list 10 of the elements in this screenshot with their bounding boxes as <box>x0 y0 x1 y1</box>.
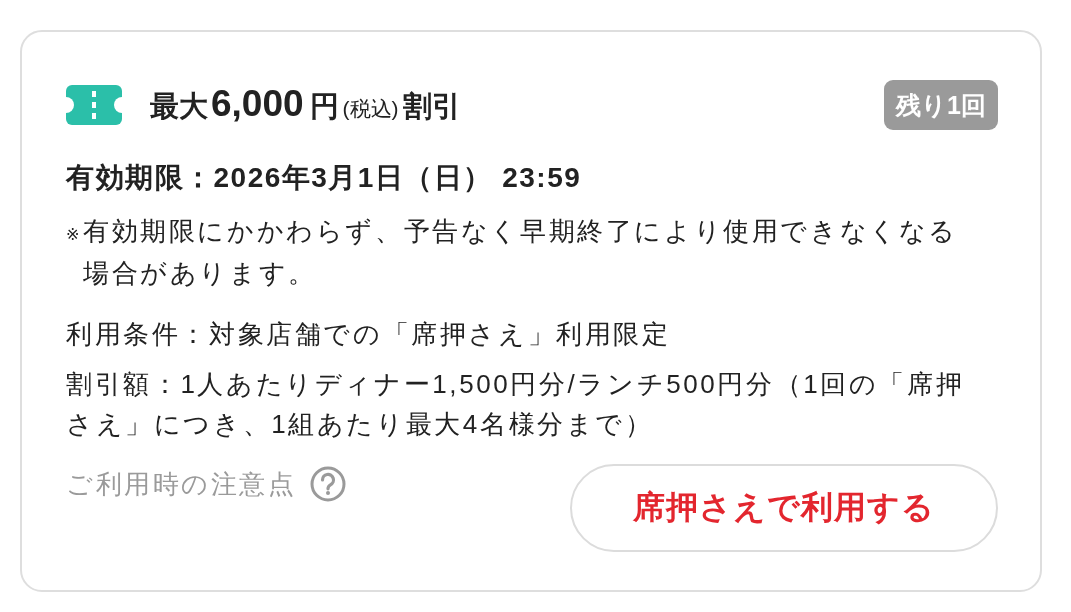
expiry-date: 有効期限：2026年3月1日（日） 23:59 <box>66 161 583 195</box>
ticket-icon <box>66 85 122 125</box>
use-coupon-button[interactable]: 席押さえで利用する <box>570 464 998 552</box>
usage-condition: 割引額：1人あたりディナー1,500円分/ランチ500円分（1回の「席押さえ」につき、1組あたり最大4名様分まで） <box>66 368 966 441</box>
remaining-count-badge: 残り1回 <box>884 80 998 130</box>
usage-condition: 利用条件：対象店舗での「席押さえ」利用限定 <box>66 318 672 351</box>
help-icon <box>310 466 346 502</box>
disclaimer-note: ※有効期限にかかわらず、予告なく早期終了により使用できなくなる場合があります。 <box>66 215 959 290</box>
usage-notes-link[interactable]: ご利用時の注意点 <box>66 466 346 502</box>
coupon-title: 最大6,000 円(税込)割引 <box>150 83 462 126</box>
